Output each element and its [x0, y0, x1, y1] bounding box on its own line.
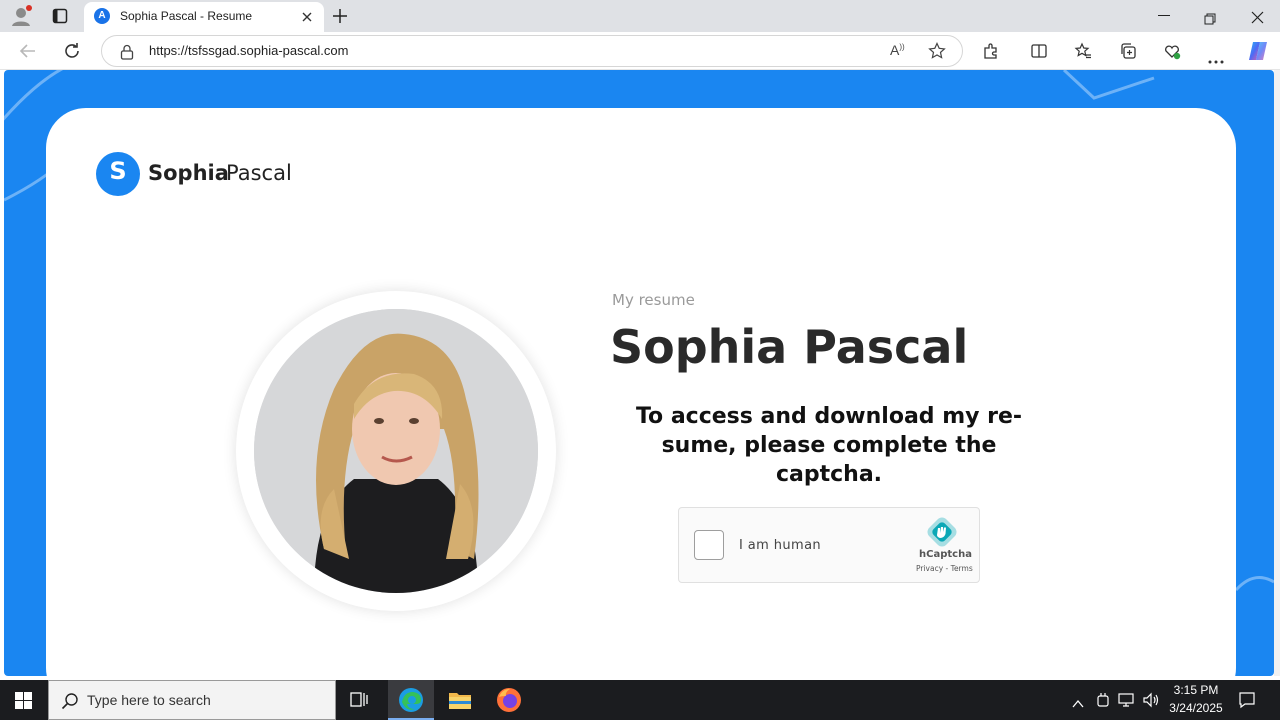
- favorites-icon[interactable]: [1074, 42, 1092, 60]
- edge-taskbar-icon[interactable]: [398, 687, 424, 713]
- hcaptcha-logo-icon: [926, 516, 958, 548]
- window-close-icon[interactable]: [1251, 9, 1264, 24]
- volume-icon[interactable]: [1142, 692, 1160, 708]
- search-placeholder[interactable]: Type here to search: [87, 692, 211, 708]
- read-aloud-icon[interactable]: A)): [890, 42, 905, 58]
- power-icon[interactable]: [1096, 692, 1110, 708]
- network-icon[interactable]: [1118, 692, 1136, 708]
- minimize-icon[interactable]: [1158, 15, 1170, 16]
- privacy-link[interactable]: Privacy: [916, 564, 943, 573]
- tab-favicon-icon: A: [94, 8, 110, 24]
- tab-bar: A Sophia Pascal - Resume: [0, 0, 1280, 32]
- taskbar-search[interactable]: Type here to search: [48, 680, 336, 720]
- collections-icon[interactable]: [1119, 42, 1137, 60]
- watermark-text: ANY RUN: [1036, 615, 1221, 662]
- page-background: S Sophia Pascal My resume Sophia Pascal …: [4, 70, 1274, 676]
- captcha-checkbox[interactable]: [694, 530, 724, 560]
- browser-toolbar: https://tsfssgad.sophia-pascal.com A)): [0, 32, 1280, 70]
- instruction-text: To access and download my re- sume, plea…: [606, 402, 1052, 489]
- page-scrollbar[interactable]: [1274, 70, 1280, 676]
- portrait-photo: [254, 309, 538, 593]
- captcha-widget: I am human hCaptcha Privacy - Terms: [678, 507, 980, 583]
- logo-letter: S: [109, 157, 127, 185]
- back-icon[interactable]: [18, 41, 38, 61]
- logo[interactable]: S Sophia Pascal: [96, 152, 296, 196]
- task-view-icon[interactable]: [350, 691, 370, 709]
- browser-essentials-icon[interactable]: [1163, 42, 1181, 60]
- page-viewport: S Sophia Pascal My resume Sophia Pascal …: [0, 70, 1280, 680]
- tab-title: Sophia Pascal - Resume: [120, 9, 253, 23]
- taskbar: Type here to search 3:15 PM 3/24/2025: [0, 680, 1280, 720]
- anyrun-watermark: ANY RUN: [1036, 615, 1236, 665]
- notifications-icon[interactable]: [1238, 691, 1256, 709]
- tab-close-icon[interactable]: [300, 9, 314, 23]
- clock-time[interactable]: 3:15 PM: [1166, 683, 1226, 697]
- captcha-links: Privacy - Terms: [916, 564, 973, 573]
- captcha-checkbox-label[interactable]: I am human: [739, 538, 821, 553]
- profile-icon[interactable]: [10, 5, 32, 27]
- search-icon: [61, 692, 79, 710]
- favorite-star-icon[interactable]: [928, 42, 946, 60]
- logo-first-name: Sophia: [148, 161, 229, 185]
- hcaptcha-brand: hCaptcha: [919, 549, 972, 560]
- new-tab-icon[interactable]: [332, 8, 348, 24]
- extensions-icon[interactable]: [982, 42, 1000, 60]
- instruction-line-3: captcha.: [775, 462, 883, 487]
- firefox-icon[interactable]: [496, 687, 522, 713]
- clock-date[interactable]: 3/24/2025: [1166, 701, 1226, 715]
- start-icon[interactable]: [15, 692, 32, 709]
- links-separator: -: [943, 564, 951, 573]
- instruction-line-1: To access and download my re-: [635, 404, 1023, 429]
- content-card: S Sophia Pascal My resume Sophia Pascal …: [46, 108, 1236, 676]
- terms-link[interactable]: Terms: [951, 564, 973, 573]
- tray-chevron-icon[interactable]: [1072, 694, 1084, 708]
- restore-icon[interactable]: [1204, 10, 1216, 25]
- refresh-icon[interactable]: [62, 41, 82, 61]
- eyebrow-text: My resume: [612, 291, 695, 309]
- url-text[interactable]: https://tsfssgad.sophia-pascal.com: [149, 43, 348, 58]
- logo-last-name: Pascal: [226, 161, 292, 185]
- split-screen-icon[interactable]: [1030, 42, 1048, 60]
- lock-icon[interactable]: [120, 44, 134, 60]
- page-title: Sophia Pascal: [610, 320, 969, 374]
- file-explorer-icon[interactable]: [448, 689, 472, 711]
- copilot-icon[interactable]: [1246, 40, 1270, 62]
- tab-active[interactable]: A Sophia Pascal - Resume: [84, 2, 324, 32]
- more-menu-icon[interactable]: [1207, 49, 1225, 64]
- instruction-line-2: sume, please complete the: [661, 433, 997, 458]
- address-bar[interactable]: https://tsfssgad.sophia-pascal.com A)): [101, 35, 963, 67]
- tab-actions-icon[interactable]: [52, 8, 68, 24]
